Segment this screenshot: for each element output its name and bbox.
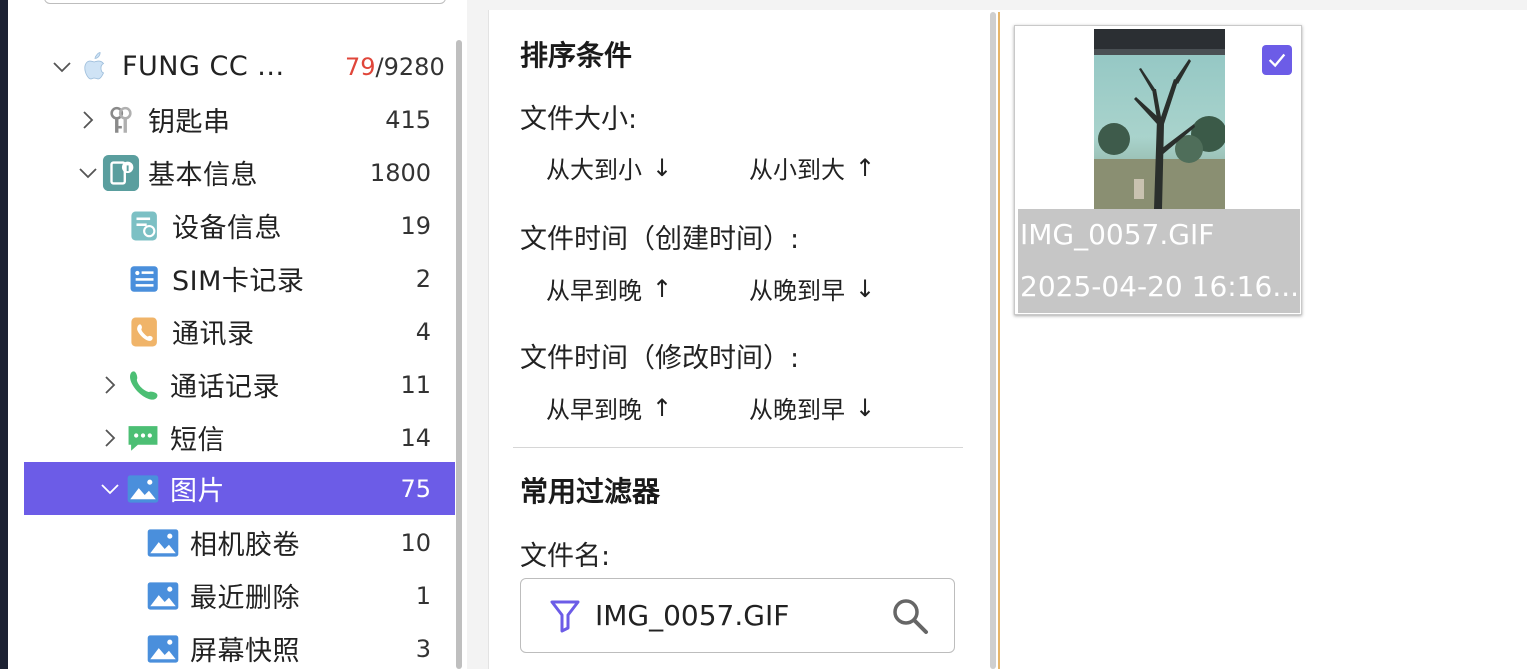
tree-item-pictures[interactable]: 图片 75 [24,462,455,515]
tree-root-device[interactable]: FUNG CC ... 79/9280 [48,40,455,93]
tree-item-call-log[interactable]: 通话记录 11 [96,358,455,411]
search-icon[interactable] [890,596,930,636]
panel-gap [467,0,488,669]
tree-item-label: 通讯录 [172,319,255,350]
tree-item-screenshots[interactable]: 屏幕快照 3 [144,622,455,669]
thumbnail-image[interactable] [1094,29,1225,209]
tree-item-label: 图片 [170,476,225,507]
arrow-up-icon: ↑ [652,274,673,303]
tree-item-count: 2 [415,264,431,293]
tree-item-count: 3 [415,634,431,663]
arrow-down-icon: ↓ [855,393,876,422]
sort-size-asc-button[interactable]: 从小到大 ↑ [749,150,875,185]
file-size-label: 文件大小: [520,104,638,135]
section-divider [513,447,963,448]
chevron-down-icon[interactable] [48,53,76,81]
apple-icon [76,48,114,86]
tree-item-camera-roll[interactable]: 相机胶卷 10 [144,516,455,569]
contacts-icon [126,313,164,351]
tree-item-count: 1800 [369,158,431,187]
tree-item-label: 短信 [170,425,225,456]
sort-option-label: 从早到晚 [546,396,642,424]
arrow-down-icon: ↓ [652,153,673,182]
device-info-icon [102,154,140,192]
message-icon [124,419,162,457]
sort-option-label: 从晚到早 [749,277,845,305]
chevron-down-icon[interactable] [96,475,124,503]
tree-root-count: 79/9280 [345,52,445,81]
picture-icon [144,630,182,668]
tree-item-count: 19 [400,211,431,240]
sort-size-desc-button[interactable]: 从大到小 ↓ [546,150,672,185]
tree-item-label: 最近删除 [190,583,300,614]
sort-created-late-button[interactable]: 从晚到早 ↓ [749,271,875,306]
filename-filter-value[interactable]: IMG_0057.GIF [595,599,890,632]
tree-scrollbar[interactable] [456,40,462,669]
tree-item-label: SIM卡记录 [172,266,305,297]
sort-option-label: 从早到晚 [546,277,642,305]
sort-modified-late-button[interactable]: 从晚到早 ↓ [749,390,875,425]
picture-icon [124,470,162,508]
sort-option-label: 从晚到早 [749,396,845,424]
tree-item-label: 设备信息 [172,213,282,244]
select-checkbox[interactable] [1262,45,1292,75]
tree-item-count: 4 [415,317,431,346]
tree-item-label: 通话记录 [170,372,280,403]
check-icon [1268,53,1286,68]
arrow-up-icon: ↑ [652,393,673,422]
arrow-up-icon: ↑ [855,153,876,182]
arrow-down-icon: ↓ [855,274,876,303]
sort-option-label: 从小到大 [749,156,845,184]
category-tree-panel: FUNG CC ... 79/9280 钥匙串 415 基本信息 1800 设备… [8,0,467,669]
filter-icon [550,600,580,632]
tree-item-count: 1 [415,581,431,610]
filter-panel-scrollbar[interactable] [990,12,996,669]
tree-item-label: 屏幕快照 [190,636,300,667]
tree-item-label: 钥匙串 [148,107,231,138]
modified-time-label: 文件时间（修改时间）: [520,343,800,374]
tree-item-count: 14 [400,423,431,452]
picture-icon [144,524,182,562]
tree-item-count: 75 [400,474,431,503]
tree-item-count: 11 [400,370,431,399]
chevron-down-icon[interactable] [74,159,102,187]
phone-icon [124,366,162,404]
tree-item-count: 415 [385,105,431,134]
filter-section-title: 常用过滤器 [520,475,661,508]
thumbnail-filename: IMG_0057.GIF [1020,218,1215,251]
tree-item-sim[interactable]: SIM卡记录 2 [126,252,455,305]
window-frame [0,0,8,669]
sort-option-label: 从大到小 [546,156,642,184]
filename-label: 文件名: [520,541,611,572]
created-time-label: 文件时间（创建时间）: [520,224,800,255]
picture-icon [144,577,182,615]
keychain-icon [102,101,140,139]
tree-root-label: FUNG CC ... [122,51,285,82]
tree-item-contacts[interactable]: 通讯录 4 [126,305,455,358]
panel-divider [998,12,1000,669]
tree-item-messages[interactable]: 短信 14 [96,411,455,464]
chevron-right-icon[interactable] [74,106,102,134]
tree-item-basic-info[interactable]: 基本信息 1800 [74,146,455,199]
sort-created-early-button[interactable]: 从早到晚 ↑ [546,271,672,306]
tree-item-device-details[interactable]: 设备信息 19 [126,199,455,252]
tree-item-count: 10 [400,528,431,557]
thumbnail-caption: IMG_0057.GIF 2025-04-20 16:16... [1018,209,1300,313]
tree-item-label: 相机胶卷 [190,530,300,561]
tree-item-label: 基本信息 [148,160,258,191]
top-strip [488,0,1527,10]
device-details-icon [126,207,164,245]
filename-filter-input[interactable]: IMG_0057.GIF [520,578,955,653]
sim-card-icon [126,260,164,298]
image-thumbnail-card[interactable]: IMG_0057.GIF 2025-04-20 16:16... [1014,25,1302,315]
tree-item-keychain[interactable]: 钥匙串 415 [74,93,455,146]
sort-modified-early-button[interactable]: 从早到晚 ↑ [546,390,672,425]
chevron-right-icon[interactable] [96,424,124,452]
sort-section-title: 排序条件 [520,39,633,72]
chevron-right-icon[interactable] [96,371,124,399]
tree-item-recently-deleted[interactable]: 最近删除 1 [144,569,455,622]
thumbnail-datetime: 2025-04-20 16:16... [1020,270,1300,303]
search-box[interactable] [44,0,446,4]
